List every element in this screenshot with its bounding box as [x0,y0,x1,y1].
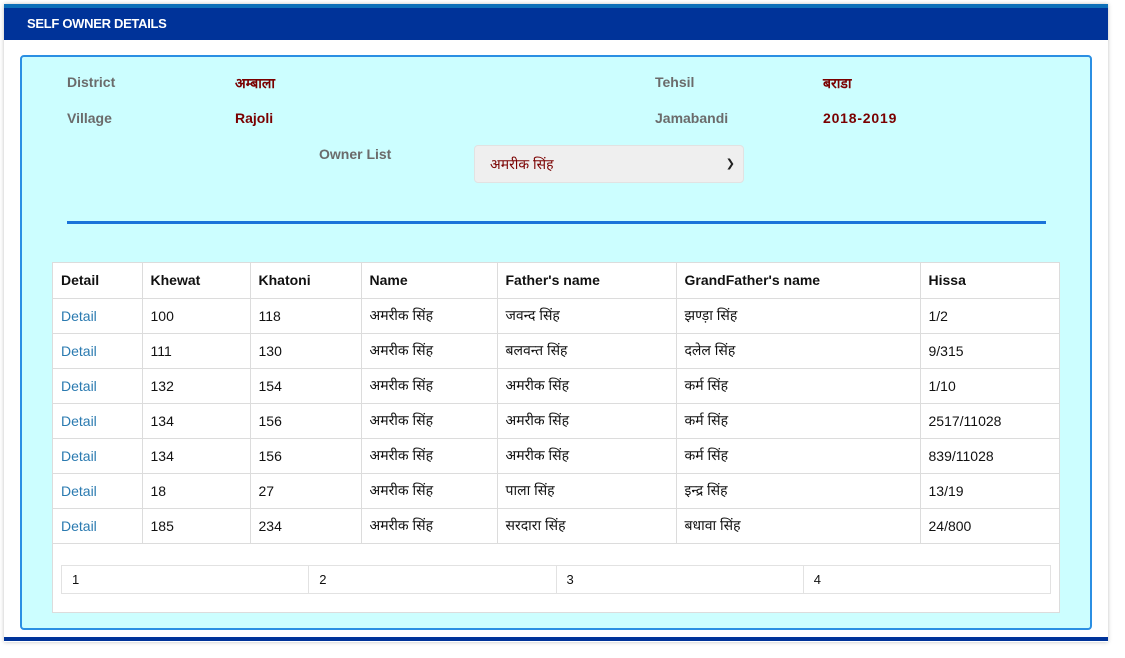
hissa-cell: 1/2 [919,297,1059,334]
chevron-down-icon: ❯ [725,158,735,170]
father-name-cell: अमरीक सिंह [496,402,677,439]
name-cell: अमरीक सिंह [360,402,498,439]
table-row: Detail 134 156 अमरीक सिंह अमरीक सिंह कर्… [53,437,1059,474]
father-name-cell: अमरीक सिंह [496,437,677,474]
hissa-cell: 9/315 [919,332,1059,369]
name-cell: अमरीक सिंह [360,332,498,369]
khewat-cell: 132 [141,367,251,404]
district-value: अम्बाला [235,75,275,91]
khatoni-cell: 156 [249,437,362,474]
name-cell: अमरीक सिंह [360,367,498,404]
grandfather-name-cell: दलेल सिंह [675,332,921,369]
khewat-cell: 100 [141,297,251,334]
khewat-cell: 111 [141,332,251,369]
father-name-cell: बलवन्त सिंह [496,332,677,369]
name-cell: अमरीक सिंह [360,507,498,544]
grandfather-name-cell: कर्म सिंह [675,367,921,404]
father-name-cell: सरदारा सिंह [496,507,677,544]
col-header-khewat: Khewat [141,263,251,299]
khewat-cell: 134 [141,437,251,474]
name-cell: अमरीक सिंह [360,297,498,334]
jamabandi-value: 2018-2019 [823,110,898,126]
detail-link[interactable]: Detail [53,437,143,474]
khewat-cell: 134 [141,402,251,439]
table-header-row: Detail Khewat Khatoni Name Father's name… [53,263,1059,299]
khatoni-cell: 27 [249,472,362,509]
table-row: Detail 18 27 अमरीक सिंह पाला सिंह इन्द्र… [53,472,1059,509]
hissa-cell: 1/10 [919,367,1059,404]
detail-link[interactable]: Detail [53,472,143,509]
footer-line [4,637,1108,641]
father-name-cell: अमरीक सिंह [496,367,677,404]
col-header-grandfather-name: GrandFather's name [675,263,921,299]
village-label: Village [67,110,112,126]
owner-list-select[interactable]: अमरीक सिंह ❯ [474,145,744,183]
col-header-khatoni: Khatoni [249,263,362,299]
col-header-father-name: Father's name [496,263,677,299]
name-cell: अमरीक सिंह [360,472,498,509]
khatoni-cell: 156 [249,402,362,439]
grandfather-name-cell: कर्म सिंह [675,437,921,474]
table-row: Detail 132 154 अमरीक सिंह अमरीक सिंह कर्… [53,367,1059,404]
section-title: SELF OWNER DETAILS [27,16,167,31]
col-header-hissa: Hissa [919,263,1059,299]
father-name-cell: जवन्द सिंह [496,297,677,334]
hissa-cell: 24/800 [919,507,1059,544]
page-link-3[interactable]: 3 [557,566,804,593]
table-row: Detail 111 130 अमरीक सिंह बलवन्त सिंह दल… [53,332,1059,369]
col-header-detail: Detail [53,263,143,299]
owner-table: Detail Khewat Khatoni Name Father's name… [53,263,1059,544]
father-name-cell: पाला सिंह [496,472,677,509]
grandfather-name-cell: कर्म सिंह [675,402,921,439]
detail-link[interactable]: Detail [53,402,143,439]
grandfather-name-cell: झण्ड़ा सिंह [675,297,921,334]
section-header: SELF OWNER DETAILS [4,8,1108,40]
page-link-2[interactable]: 2 [309,566,557,593]
page-container: SELF OWNER DETAILS District अम्बाला Tehs… [4,4,1108,642]
tehsil-value: बराडा [823,75,852,91]
khewat-cell: 185 [141,507,251,544]
pagination: 1 2 3 4 [61,565,1051,594]
khewat-cell: 18 [141,472,251,509]
khatoni-cell: 118 [249,297,362,334]
section-divider [67,221,1046,224]
page-link-4[interactable]: 4 [804,566,1050,593]
jamabandi-label: Jamabandi [655,110,729,126]
village-value: Rajoli [235,110,274,126]
hissa-cell: 839/11028 [919,437,1059,474]
hissa-cell: 13/19 [919,472,1059,509]
detail-link[interactable]: Detail [53,297,143,334]
details-panel: District अम्बाला Tehsil बराडा Village Ra… [20,55,1092,630]
table-row: Detail 134 156 अमरीक सिंह अमरीक सिंह कर्… [53,402,1059,439]
detail-link[interactable]: Detail [53,507,143,544]
khatoni-cell: 130 [249,332,362,369]
district-label: District [67,74,116,90]
khatoni-cell: 154 [249,367,362,404]
owner-list-label: Owner List [319,146,392,162]
col-header-name: Name [360,263,498,299]
grandfather-name-cell: बधावा सिंह [675,507,921,544]
tehsil-label: Tehsil [655,74,695,90]
table-row: Detail 100 118 अमरीक सिंह जवन्द सिंह झण्… [53,297,1059,334]
page-link-1[interactable]: 1 [62,566,310,593]
detail-link[interactable]: Detail [53,367,143,404]
detail-link[interactable]: Detail [53,332,143,369]
table-row: Detail 185 234 अमरीक सिंह सरदारा सिंह बध… [53,507,1059,544]
khatoni-cell: 234 [249,507,362,544]
owner-table-container: Detail Khewat Khatoni Name Father's name… [52,262,1060,613]
owner-list-selected: अमरीक सिंह [490,156,554,172]
grandfather-name-cell: इन्द्र सिंह [675,472,921,509]
name-cell: अमरीक सिंह [360,437,498,474]
hissa-cell: 2517/11028 [919,402,1059,439]
